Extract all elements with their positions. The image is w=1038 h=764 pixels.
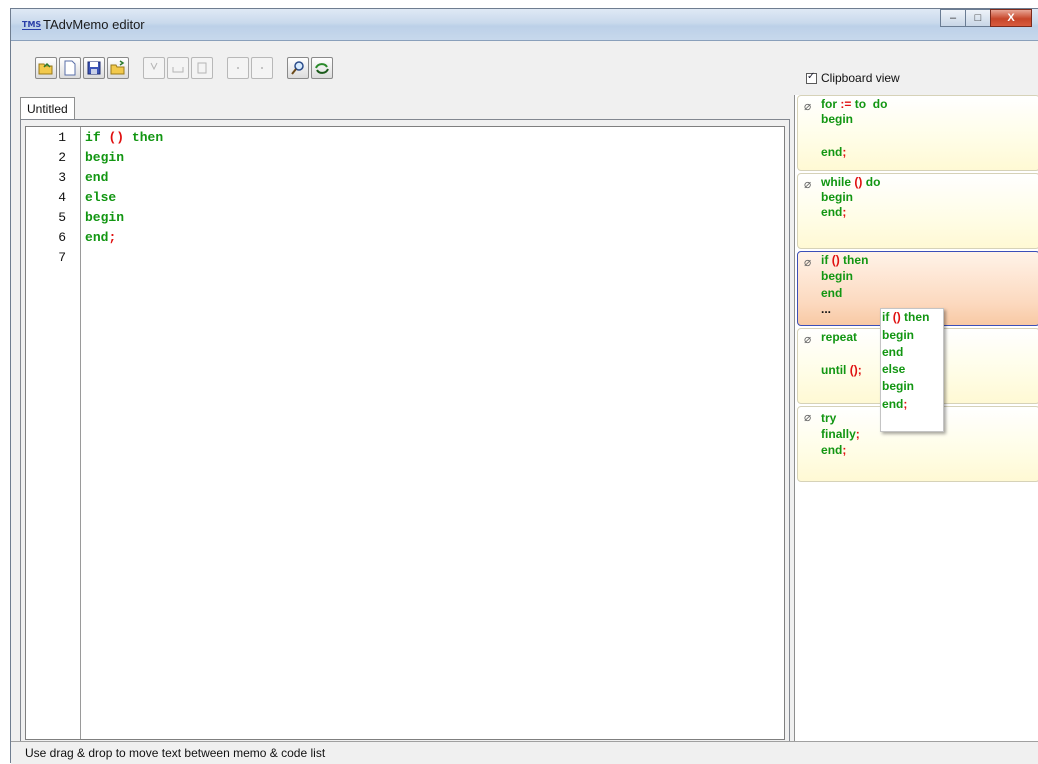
snippet-line: end;	[821, 145, 847, 159]
status-text: Use drag & drop to move text between mem…	[25, 746, 326, 760]
new-button[interactable]	[59, 57, 81, 79]
redo-icon	[261, 67, 263, 69]
undo-button[interactable]	[227, 57, 249, 79]
preview-line: begin	[882, 328, 914, 342]
export-folder-icon	[110, 60, 125, 75]
line-number: 4	[58, 190, 66, 205]
snippet-line: end;	[821, 205, 847, 219]
tab-untitled[interactable]: Untitled	[20, 97, 75, 119]
code-line[interactable]: if () then	[85, 130, 163, 145]
editor-frame: 1 2 3 4 5 6 7 if () then begin end else …	[20, 119, 790, 745]
code-line[interactable]: begin	[85, 150, 124, 165]
preview-line: begin	[882, 379, 914, 393]
close-button[interactable]: X	[990, 9, 1032, 27]
redo-button[interactable]	[251, 57, 273, 79]
save-button[interactable]	[83, 57, 105, 79]
syntax-symbol: )	[835, 253, 840, 267]
code-line[interactable]: end	[85, 170, 108, 185]
snippet-ellipsis: ...	[821, 302, 832, 316]
replace-button[interactable]	[311, 57, 333, 79]
find-button[interactable]	[287, 57, 309, 79]
open-button[interactable]	[35, 57, 57, 79]
paperclip-icon: ⌀	[804, 99, 812, 113]
syntax-symbol: )	[116, 130, 125, 145]
maximize-icon: □	[974, 12, 982, 24]
magnifier-icon	[291, 61, 304, 75]
syntax-symbol: )	[858, 175, 863, 189]
syntax-symbol: ;	[857, 363, 862, 377]
snippet-line: begin	[821, 112, 853, 126]
open-folder-icon	[38, 62, 53, 75]
minimize-icon: –	[949, 12, 957, 24]
snippet-line: until ();	[821, 363, 862, 377]
snippet-line: end	[821, 286, 843, 300]
syntax-symbol: ;	[108, 230, 117, 245]
snippet-line: begin	[821, 190, 853, 204]
title-bar[interactable]: TMS TAdvMemo editor – □ X	[11, 9, 1038, 41]
syntax-symbol: =	[844, 97, 852, 111]
paperclip-icon: ⌀	[804, 177, 812, 191]
snippet-line: finally;	[821, 427, 860, 441]
line-number: 6	[58, 230, 66, 245]
copy-icon	[172, 67, 184, 73]
syntax-symbol: )	[896, 310, 901, 324]
syntax-symbol: ;	[903, 397, 908, 411]
paperclip-icon: ⌀	[804, 410, 812, 424]
undo-icon	[237, 67, 239, 69]
window-title: TAdvMemo editor	[43, 17, 145, 32]
copy-button[interactable]	[167, 57, 189, 79]
syntax-symbol: ;	[842, 145, 847, 159]
snippet-for-loop[interactable]: ⌀ for := to do begin end;	[797, 95, 1038, 171]
snippet-line: end;	[821, 443, 847, 457]
code-editor[interactable]: 1 2 3 4 5 6 7 if () then begin end else …	[25, 126, 785, 740]
preview-line: if () then	[882, 310, 930, 324]
code-line[interactable]: end;	[85, 230, 116, 245]
line-number: 2	[58, 150, 66, 165]
paperclip-icon: ⌀	[804, 255, 812, 269]
checkbox-checked-icon[interactable]	[806, 71, 817, 84]
syntax-symbol: ;	[842, 205, 847, 219]
preview-line: end;	[882, 397, 908, 411]
clipboard-view-label: Clipboard view	[821, 71, 900, 85]
new-document-icon	[64, 60, 76, 76]
window-controls: – □ X	[940, 9, 1032, 29]
line-number: 7	[58, 250, 66, 265]
status-bar: Use drag & drop to move text between mem…	[11, 741, 1038, 764]
floppy-disk-icon	[87, 61, 101, 75]
snippet-line: try	[821, 411, 837, 425]
minimize-button[interactable]: –	[940, 9, 966, 27]
snippet-while-loop[interactable]: ⌀ while () do begin end;	[797, 173, 1038, 249]
save-as-button[interactable]	[107, 57, 129, 79]
maximize-button[interactable]: □	[965, 9, 991, 27]
syntax-symbol: ;	[842, 443, 847, 457]
snippet-line: begin	[821, 269, 853, 283]
cut-button[interactable]	[143, 57, 165, 79]
snippet-line: for := to do	[821, 97, 888, 111]
preview-line: end	[882, 345, 904, 359]
snippet-line: if () then	[821, 253, 869, 267]
find-replace-icon	[315, 63, 329, 74]
code-line[interactable]: else	[85, 190, 116, 205]
tms-app-icon: TMS	[22, 20, 42, 30]
code-line[interactable]: begin	[85, 210, 124, 225]
snippet-line: repeat	[821, 330, 858, 344]
paste-button[interactable]	[191, 57, 213, 79]
snippet-line: while () do	[821, 175, 881, 189]
line-number: 5	[58, 210, 66, 225]
clipboard-view-checkbox[interactable]: Clipboard view	[806, 71, 900, 85]
close-icon: X	[1007, 12, 1015, 24]
paperclip-icon: ⌀	[804, 332, 812, 346]
paste-icon	[197, 62, 207, 74]
cut-icon	[150, 62, 158, 71]
syntax-symbol: ;	[855, 427, 860, 441]
preview-line: else	[882, 362, 906, 376]
line-number: 1	[58, 130, 66, 145]
line-number: 3	[58, 170, 66, 185]
line-number-gutter: 1 2 3 4 5 6 7	[26, 127, 81, 739]
drag-preview-tooltip: if () then begin end else begin end;	[880, 308, 944, 432]
